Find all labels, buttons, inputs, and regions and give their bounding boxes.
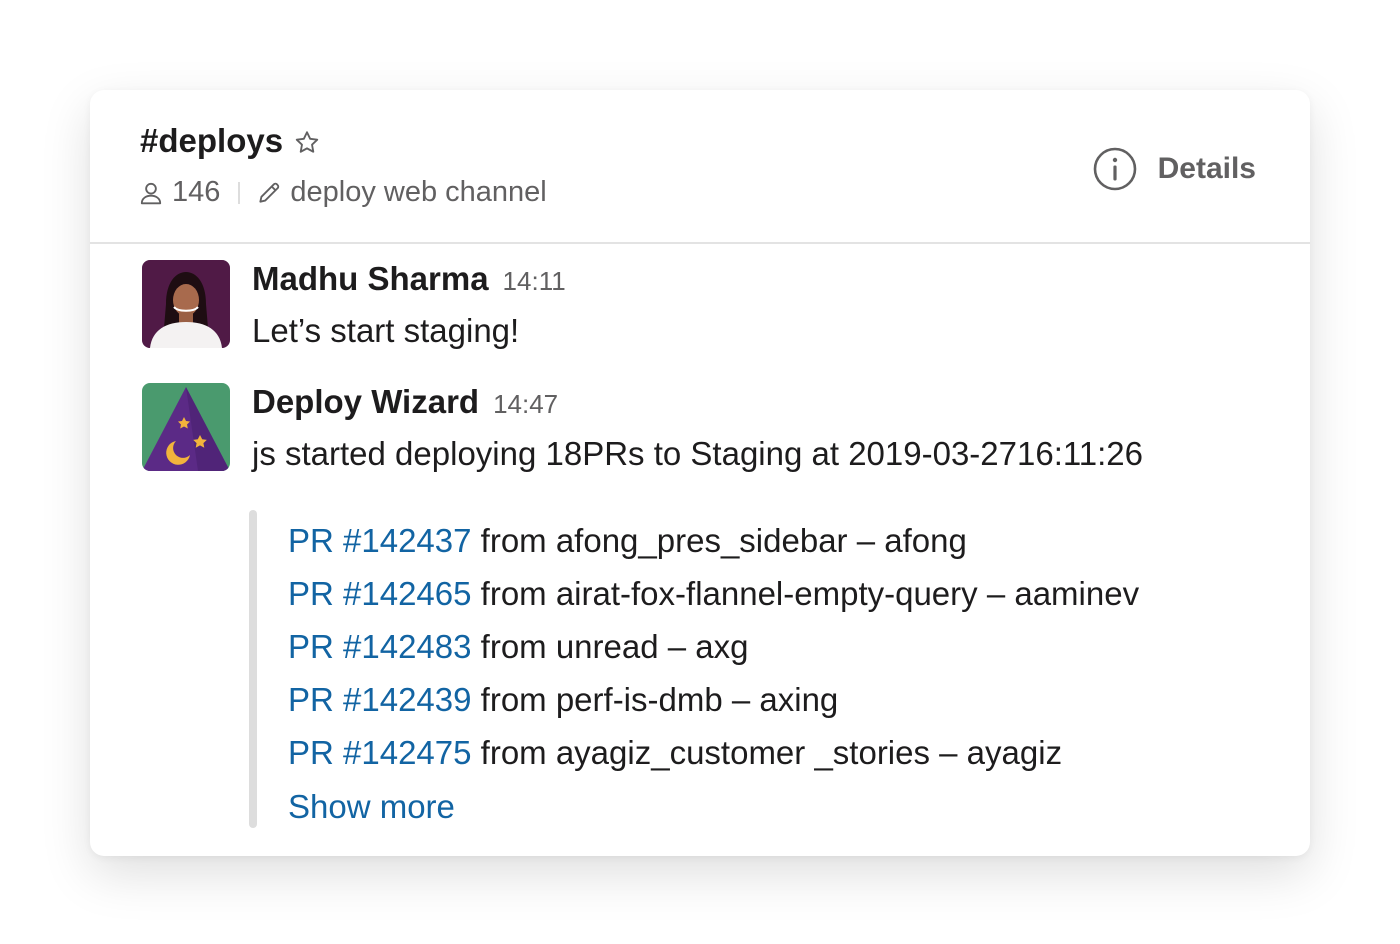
pr-branch: from afong_pres_sidebar – afong <box>480 522 967 559</box>
meta-divider <box>238 181 241 204</box>
star-icon[interactable] <box>293 127 321 155</box>
channel-meta: 146 deploy web channel <box>138 176 547 209</box>
details-button[interactable]: Details <box>1092 146 1256 192</box>
timestamp[interactable]: 14:47 <box>493 389 558 420</box>
channel-header: #deploys 146 deploy web channel Details <box>90 90 1310 244</box>
message-header: Madhu Sharma 14:11 <box>252 260 566 298</box>
avatar[interactable] <box>142 383 230 471</box>
message-text: Let’s start staging! <box>252 312 520 349</box>
pr-link[interactable]: PR #142465 <box>288 575 471 612</box>
attachment-bar <box>249 510 257 828</box>
pr-link[interactable]: PR #142439 <box>288 681 471 718</box>
sender-name[interactable]: Madhu Sharma <box>252 260 489 298</box>
member-icon[interactable] <box>138 180 164 206</box>
pr-list: PR #142437 from afong_pres_sidebar – afo… <box>288 514 1139 779</box>
pr-branch: from airat-fox-flannel-empty-query – aam… <box>480 575 1140 612</box>
member-count[interactable]: 146 <box>172 176 220 209</box>
info-icon <box>1093 147 1136 191</box>
channel-name[interactable]: #deploys <box>140 122 283 160</box>
list-item: PR #142475 from ayagiz_customer _stories… <box>288 726 1139 779</box>
list-item: PR #142439 from perf-is-dmb – axing <box>288 673 1139 726</box>
details-label: Details <box>1157 152 1256 185</box>
channel-card: #deploys 146 deploy web channel Details … <box>90 90 1310 856</box>
list-item: PR #142483 from unread – axg <box>288 620 1139 673</box>
pr-link[interactable]: PR #142475 <box>288 734 471 771</box>
pr-link[interactable]: PR #142437 <box>288 522 471 559</box>
timestamp[interactable]: 14:11 <box>503 266 566 297</box>
channel-topic[interactable]: deploy web channel <box>290 176 546 209</box>
message-text: js started deploying 18PRs to Staging at… <box>252 435 1143 472</box>
list-item: PR #142437 from afong_pres_sidebar – afo… <box>288 514 1139 567</box>
pr-branch: from ayagiz_customer _stories – ayagiz <box>480 734 1063 771</box>
list-item: PR #142465 from airat-fox-flannel-empty-… <box>288 567 1139 620</box>
pr-branch: from perf-is-dmb – axing <box>480 681 839 718</box>
pr-branch: from unread – axg <box>480 628 749 665</box>
pr-link[interactable]: PR #142483 <box>288 628 471 665</box>
channel-title: #deploys <box>140 122 321 160</box>
pr-attachment: PR #142437 from afong_pres_sidebar – afo… <box>249 510 1209 828</box>
message-header: Deploy Wizard 14:47 <box>252 383 558 421</box>
pencil-icon[interactable] <box>256 180 282 206</box>
avatar[interactable] <box>142 260 230 348</box>
show-more-link[interactable]: Show more <box>288 780 455 833</box>
sender-name[interactable]: Deploy Wizard <box>252 383 479 421</box>
